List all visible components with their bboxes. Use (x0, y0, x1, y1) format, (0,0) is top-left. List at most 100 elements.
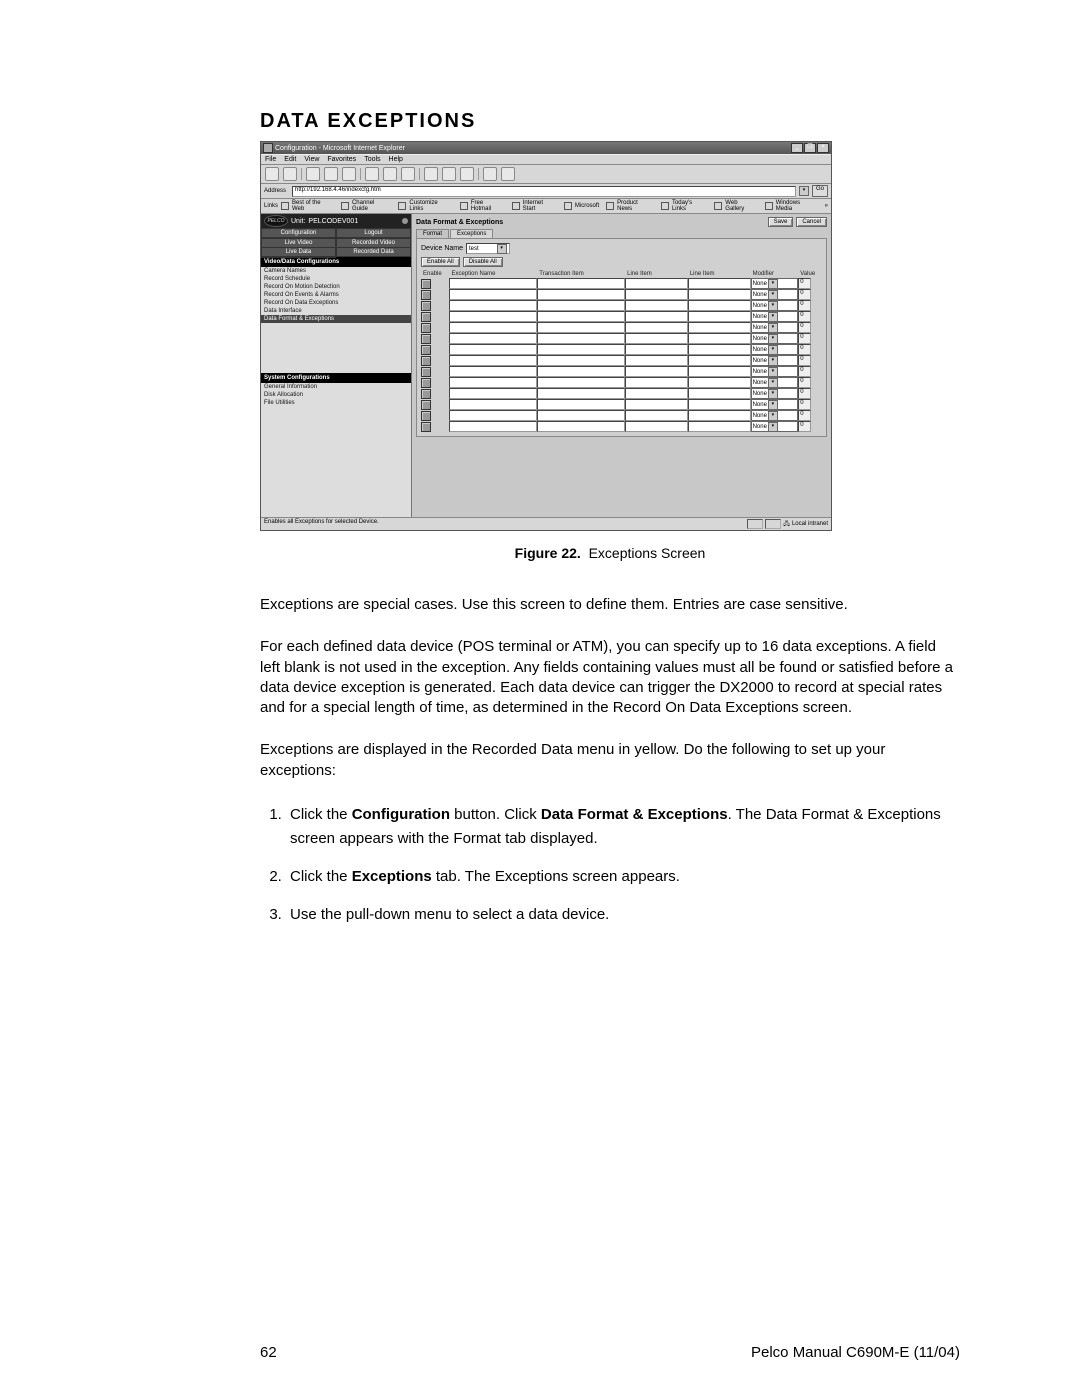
device-name-select[interactable]: test ▾ (466, 243, 510, 254)
modifier-select[interactable]: None▾ (751, 300, 799, 311)
transaction-item-input[interactable] (537, 421, 625, 432)
dropdown-icon[interactable]: ▾ (768, 312, 778, 322)
transaction-item-input[interactable] (537, 300, 625, 311)
value-input[interactable]: 0 (798, 355, 811, 366)
menu-file[interactable]: File (265, 156, 276, 163)
modifier-select[interactable]: None▾ (751, 366, 799, 377)
line-item-input[interactable] (625, 399, 688, 410)
disable-all-button[interactable]: Disable All (463, 257, 503, 267)
enable-checkbox[interactable] (421, 422, 431, 432)
enable-checkbox[interactable] (421, 367, 431, 377)
link-item[interactable]: Web Gallery (725, 200, 758, 212)
home-icon[interactable] (342, 167, 356, 181)
enable-checkbox[interactable] (421, 400, 431, 410)
search-icon[interactable] (365, 167, 379, 181)
dropdown-icon[interactable]: ▾ (768, 411, 778, 421)
transaction-item-input[interactable] (537, 289, 625, 300)
tab-exceptions[interactable]: Exceptions (450, 229, 493, 238)
link-item[interactable]: Today's Links (672, 200, 707, 212)
transaction-item-input[interactable] (537, 355, 625, 366)
history-icon[interactable] (401, 167, 415, 181)
enable-checkbox[interactable] (421, 279, 431, 289)
line-item-input[interactable] (688, 311, 751, 322)
modifier-select[interactable]: None▾ (751, 333, 799, 344)
exception-name-input[interactable] (449, 322, 537, 333)
exception-name-input[interactable] (449, 278, 537, 289)
enable-checkbox[interactable] (421, 411, 431, 421)
stop-icon[interactable] (306, 167, 320, 181)
enable-checkbox[interactable] (421, 312, 431, 322)
transaction-item-input[interactable] (537, 344, 625, 355)
value-input[interactable]: 0 (798, 311, 811, 322)
modifier-select[interactable]: None▾ (751, 421, 799, 432)
line-item-input[interactable] (625, 311, 688, 322)
sidebar-item-file-utilities[interactable]: File Utilities (261, 399, 411, 407)
back-icon[interactable] (265, 167, 279, 181)
value-input[interactable]: 0 (798, 322, 811, 333)
line-item-input[interactable] (688, 377, 751, 388)
exception-name-input[interactable] (449, 421, 537, 432)
enable-all-button[interactable]: Enable All (421, 257, 460, 267)
save-button[interactable]: Save (768, 217, 794, 227)
line-item-input[interactable] (688, 410, 751, 421)
link-item[interactable]: Best of the Web (292, 200, 334, 212)
transaction-item-input[interactable] (537, 410, 625, 421)
modifier-select[interactable]: None▾ (751, 289, 799, 300)
dropdown-icon[interactable]: ▾ (768, 334, 778, 344)
value-input[interactable]: 0 (798, 410, 811, 421)
nav-configuration[interactable]: Configuration (261, 228, 336, 238)
line-item-input[interactable] (688, 366, 751, 377)
dropdown-icon[interactable]: ▾ (768, 422, 778, 432)
address-dropdown-icon[interactable]: ▾ (799, 186, 809, 196)
transaction-item-input[interactable] (537, 366, 625, 377)
sidebar-item-camera-names[interactable]: Camera Names (261, 267, 411, 275)
enable-checkbox[interactable] (421, 345, 431, 355)
dropdown-icon[interactable]: ▾ (768, 367, 778, 377)
value-input[interactable]: 0 (798, 333, 811, 344)
line-item-input[interactable] (688, 322, 751, 333)
line-item-input[interactable] (688, 388, 751, 399)
transaction-item-input[interactable] (537, 322, 625, 333)
line-item-input[interactable] (625, 421, 688, 432)
sidebar-item-record-data-exceptions[interactable]: Record On Data Exceptions (261, 299, 411, 307)
value-input[interactable]: 0 (798, 377, 811, 388)
minimize-icon[interactable]: _ (791, 143, 803, 153)
print-icon[interactable] (442, 167, 456, 181)
line-item-input[interactable] (688, 289, 751, 300)
value-input[interactable]: 0 (798, 388, 811, 399)
dropdown-icon[interactable]: ▾ (768, 356, 778, 366)
dropdown-icon[interactable]: ▾ (768, 301, 778, 311)
line-item-input[interactable] (625, 322, 688, 333)
nav-recorded-data[interactable]: Recorded Data (336, 247, 411, 257)
link-item[interactable]: Channel Guide (352, 200, 392, 212)
dropdown-icon[interactable]: ▾ (497, 244, 507, 254)
modifier-select[interactable]: None▾ (751, 388, 799, 399)
line-item-input[interactable] (625, 366, 688, 377)
value-input[interactable]: 0 (798, 399, 811, 410)
favorites-icon[interactable] (383, 167, 397, 181)
edit-icon[interactable] (460, 167, 474, 181)
modifier-select[interactable]: None▾ (751, 399, 799, 410)
sidebar-item-record-motion[interactable]: Record On Motion Detection (261, 283, 411, 291)
overflow-icon[interactable]: » (825, 203, 828, 209)
transaction-item-input[interactable] (537, 311, 625, 322)
forward-icon[interactable] (283, 167, 297, 181)
line-item-input[interactable] (688, 300, 751, 311)
link-item[interactable]: Customize Links (409, 200, 452, 212)
sidebar-item-data-format-exceptions[interactable]: Data Format & Exceptions (261, 315, 411, 323)
exception-name-input[interactable] (449, 399, 537, 410)
nav-logout[interactable]: Logout (336, 228, 411, 238)
exception-name-input[interactable] (449, 388, 537, 399)
enable-checkbox[interactable] (421, 323, 431, 333)
exception-name-input[interactable] (449, 344, 537, 355)
transaction-item-input[interactable] (537, 388, 625, 399)
line-item-input[interactable] (688, 399, 751, 410)
cancel-button[interactable]: Cancel (796, 217, 827, 227)
exception-name-input[interactable] (449, 410, 537, 421)
enable-checkbox[interactable] (421, 301, 431, 311)
exception-name-input[interactable] (449, 355, 537, 366)
value-input[interactable]: 0 (798, 278, 811, 289)
line-item-input[interactable] (688, 333, 751, 344)
sidebar-item-data-interface[interactable]: Data Interface (261, 307, 411, 315)
link-item[interactable]: Internet Start (523, 200, 557, 212)
